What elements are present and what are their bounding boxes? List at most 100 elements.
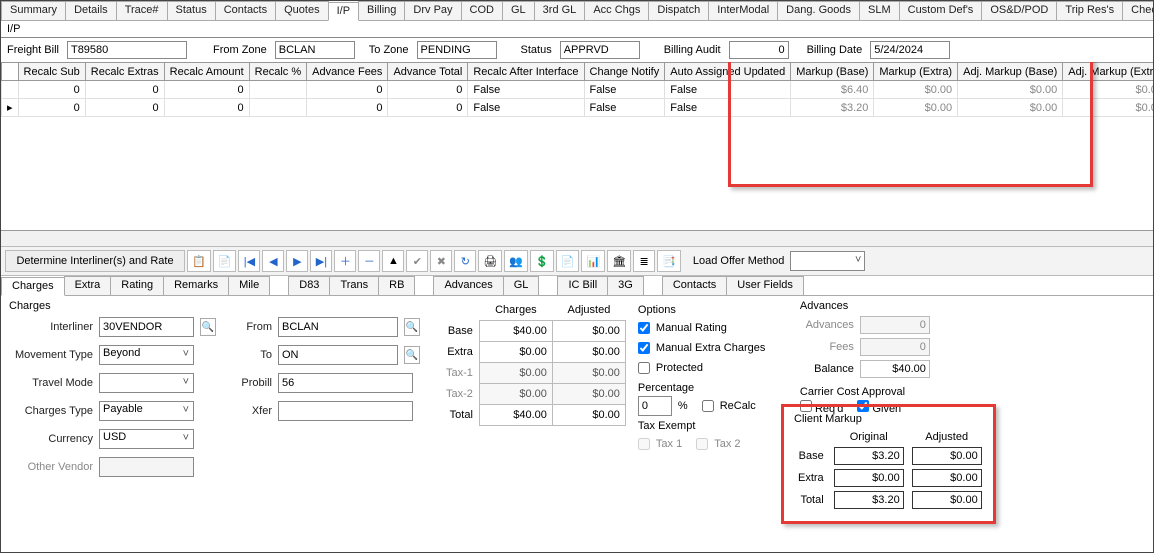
markup-total-original[interactable] — [834, 491, 904, 509]
grid-column-header[interactable]: Adj. Markup (Base) — [958, 63, 1063, 81]
charges-type-select[interactable]: Payable — [99, 401, 194, 421]
grid-cell[interactable]: $3.20 — [791, 99, 874, 117]
probill-input[interactable] — [278, 373, 413, 393]
grid-cell[interactable]: 0 — [164, 81, 249, 99]
top-tab[interactable]: InterModal — [708, 1, 778, 20]
billing-date-input[interactable] — [870, 41, 950, 59]
cancel-icon[interactable]: ✖ — [430, 250, 452, 272]
inner-tab[interactable]: Advances — [433, 276, 503, 295]
doc-plus-icon[interactable]: 📄 — [556, 250, 580, 272]
inner-tab[interactable]: User Fields — [726, 276, 804, 295]
nav-last-icon[interactable]: ▶| — [310, 250, 332, 272]
grid-column-header[interactable]: Adj. Markup (Extra) — [1063, 63, 1153, 81]
to-lookup-icon[interactable]: 🔍 — [404, 346, 420, 364]
grid-column-header[interactable]: Recalc Sub — [18, 63, 85, 81]
ledger-icon[interactable]: 📑 — [657, 250, 681, 272]
billing-audit-input[interactable] — [729, 41, 789, 59]
top-tab[interactable]: 3rd GL — [534, 1, 586, 20]
grid-cell[interactable]: $0.00 — [958, 81, 1063, 99]
grid-cell[interactable]: $0.00 — [874, 81, 958, 99]
inner-tab[interactable]: IC Bill — [557, 276, 608, 295]
currency-select[interactable]: USD — [99, 429, 194, 449]
grid-column-header[interactable]: Recalc Extras — [85, 63, 164, 81]
markup-base-adjusted[interactable] — [912, 447, 982, 465]
confirm-icon[interactable]: ✔ — [406, 250, 428, 272]
to-input[interactable] — [278, 345, 398, 365]
inner-tab[interactable]: RB — [378, 276, 415, 295]
base-adj-input[interactable] — [558, 323, 620, 339]
top-tab[interactable]: COD — [461, 1, 503, 20]
grid-cell[interactable]: 0 — [307, 99, 388, 117]
grid-cell[interactable]: False — [665, 81, 791, 99]
grid-cell[interactable]: False — [468, 81, 584, 99]
inner-tab[interactable]: Extra — [64, 276, 112, 295]
grid-column-header[interactable]: Recalc Amount — [164, 63, 249, 81]
markup-total-adjusted[interactable] — [912, 491, 982, 509]
grid-cell[interactable]: $0.00 — [874, 99, 958, 117]
inner-tab[interactable]: Charges — [1, 277, 65, 296]
inner-tab[interactable]: D83 — [288, 276, 330, 295]
bank-icon[interactable]: 🏛 — [607, 250, 631, 272]
top-tab[interactable]: Trip Res's — [1056, 1, 1123, 20]
xfer-input[interactable] — [278, 401, 413, 421]
top-tab[interactable]: Dispatch — [648, 1, 709, 20]
protected-checkbox[interactable] — [638, 362, 650, 374]
grid-column-header[interactable]: Recalc After Interface — [468, 63, 584, 81]
clipboard-icon[interactable]: 📋 — [187, 250, 211, 272]
travel-mode-select[interactable] — [99, 373, 194, 393]
to-zone-input[interactable] — [417, 41, 497, 59]
grid-cell[interactable]: 0 — [307, 81, 388, 99]
grid-cell[interactable]: $0.00 — [1063, 99, 1153, 117]
other-vendor-input[interactable] — [99, 457, 194, 477]
people-icon[interactable]: 👥 — [504, 250, 528, 272]
inner-tab[interactable]: 3G — [607, 276, 644, 295]
grid-cell[interactable]: 0 — [85, 99, 164, 117]
grid-cell[interactable]: False — [665, 99, 791, 117]
refresh-icon[interactable]: ↻ — [454, 250, 476, 272]
inner-tab[interactable]: Remarks — [163, 276, 229, 295]
extra-charge-input[interactable] — [485, 344, 547, 360]
markup-extra-original[interactable] — [834, 469, 904, 487]
grid-cell[interactable]: 0 — [164, 99, 249, 117]
load-offer-combo[interactable] — [790, 251, 865, 271]
interliner-lookup-icon[interactable]: 🔍 — [200, 318, 216, 336]
top-tab[interactable]: Custom Def's — [899, 1, 983, 20]
from-zone-input[interactable] — [275, 41, 355, 59]
recalc-checkbox[interactable] — [702, 400, 714, 412]
base-charge-input[interactable] — [485, 323, 547, 339]
grid-cell[interactable]: 0 — [388, 81, 468, 99]
top-tab[interactable]: Quotes — [275, 1, 328, 20]
inner-tab[interactable]: Contacts — [662, 276, 727, 295]
inner-tab[interactable]: Rating — [110, 276, 164, 295]
grid-column-header[interactable]: Auto Assigned Updated — [665, 63, 791, 81]
status-input[interactable] — [560, 41, 640, 59]
inner-tab[interactable]: Trans — [329, 276, 379, 295]
nav-prev-icon[interactable]: ◀ — [262, 250, 284, 272]
grid-cell[interactable]: False — [584, 81, 665, 99]
extra-adj-input[interactable] — [558, 344, 620, 360]
note-icon[interactable]: 📄 — [213, 250, 237, 272]
top-tab[interactable]: Trace# — [116, 1, 168, 20]
chart-icon[interactable]: 📊 — [581, 250, 605, 272]
top-tab[interactable]: Details — [65, 1, 117, 20]
grid-cell[interactable]: False — [584, 99, 665, 117]
markup-base-original[interactable] — [834, 447, 904, 465]
freight-bill-input[interactable] — [67, 41, 187, 59]
grid-cell[interactable]: 0 — [18, 99, 85, 117]
markup-extra-adjusted[interactable] — [912, 469, 982, 487]
manual-rating-checkbox[interactable] — [638, 322, 650, 334]
movement-type-select[interactable]: Beyond — [99, 345, 194, 365]
grid-row[interactable]: 00000FalseFalseFalse$6.40$0.00$0.00$0.00 — [2, 81, 1154, 99]
top-tab[interactable]: Contacts — [215, 1, 276, 20]
grid-cell[interactable]: False — [468, 99, 584, 117]
nav-first-icon[interactable]: |◀ — [238, 250, 260, 272]
manual-extra-checkbox[interactable] — [638, 342, 650, 354]
list-icon[interactable]: ≣ — [633, 250, 655, 272]
nav-next-icon[interactable]: ▶ — [286, 250, 308, 272]
grid-row[interactable]: 00000FalseFalseFalse$3.20$0.00$0.00$0.00 — [2, 99, 1154, 117]
grid-column-header[interactable]: Markup (Base) — [791, 63, 874, 81]
interliner-input[interactable] — [99, 317, 194, 337]
total-adj-input[interactable] — [558, 407, 620, 423]
grid-cell[interactable]: $0.00 — [958, 99, 1063, 117]
inner-tab[interactable]: GL — [503, 276, 540, 295]
